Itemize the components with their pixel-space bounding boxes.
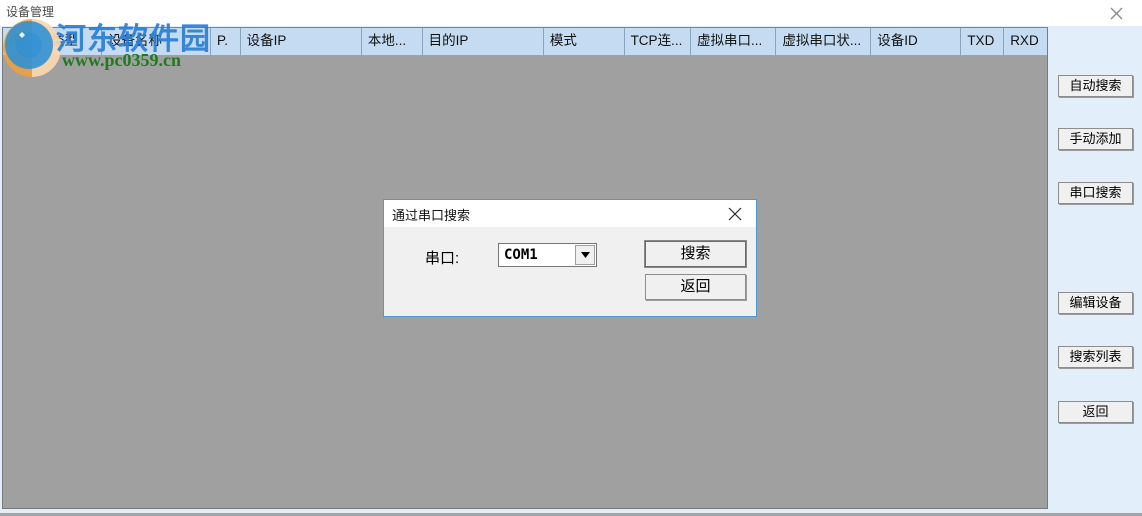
grid-column-header[interactable]: 模式 — [543, 28, 625, 55]
device-list-header-row: 序类型 设备名称 P. 设备IP 本地... 目的IP 模式 TCP连... 虚拟串口... 虚拟… — [3, 28, 1047, 55]
serial-search-button[interactable]: 串口搜索 — [1058, 182, 1133, 204]
auto-search-button[interactable]: 自动搜索 — [1058, 75, 1133, 97]
grid-column-header[interactable]: 类型 — [44, 28, 102, 55]
back-button[interactable]: 返回 — [1058, 401, 1133, 423]
grid-column-header[interactable]: 虚拟串口状... — [776, 28, 872, 55]
chevron-down-icon[interactable] — [575, 245, 595, 265]
dialog-search-button[interactable]: 搜索 — [644, 240, 747, 268]
window-title: 设备管理 — [6, 5, 55, 19]
search-list-button[interactable]: 搜索列表 — [1058, 346, 1133, 368]
grid-column-header[interactable]: 序 — [3, 28, 45, 55]
serial-port-select[interactable]: COM1 — [498, 243, 597, 267]
edit-device-button[interactable]: 编辑设备 — [1058, 292, 1133, 314]
close-glyph — [1110, 7, 1122, 19]
grid-column-header[interactable]: 本地... — [361, 28, 423, 55]
close-icon[interactable] — [1098, 0, 1134, 26]
grid-column-header[interactable]: 虚拟串口... — [691, 28, 777, 55]
serial-search-dialog: 通过串口搜索 串口: COM1 搜索 返回 — [383, 199, 757, 317]
chevron-down-glyph — [580, 252, 590, 258]
grid-column-header[interactable]: 设备ID — [871, 28, 962, 55]
dialog-title-bar: 通过串口搜索 — [384, 200, 756, 227]
window-title-bar: 设备管理 — [0, 0, 1142, 26]
grid-column-header[interactable]: TCP连... — [624, 28, 692, 55]
dialog-close-icon[interactable] — [718, 200, 752, 227]
dialog-body: 串口: COM1 搜索 返回 — [384, 227, 756, 316]
grid-column-header[interactable]: P. — [210, 28, 241, 55]
dialog-back-button[interactable]: 返回 — [645, 274, 746, 300]
action-button-panel: 自动搜索 手动添加 串口搜索 编辑设备 搜索列表 返回 — [1049, 26, 1142, 513]
grid-column-header[interactable]: 设备名称 — [101, 28, 211, 55]
device-management-window: 设备管理 序类型 设备名称 P. 设备IP 本地... 目的IP 模式 TCP连... 虚拟串口… — [0, 0, 1142, 516]
grid-column-header[interactable]: 目的IP — [422, 28, 544, 55]
grid-column-header[interactable]: RXD — [1004, 28, 1047, 55]
grid-column-header[interactable]: TXD — [961, 28, 1005, 55]
manual-add-button[interactable]: 手动添加 — [1058, 128, 1133, 150]
dialog-close-glyph — [728, 207, 742, 220]
serial-port-label: 串口: — [425, 250, 460, 267]
serial-port-select-value: COM1 — [504, 247, 538, 263]
dialog-title: 通过串口搜索 — [392, 208, 471, 223]
grid-column-header[interactable]: 设备IP — [240, 28, 362, 55]
